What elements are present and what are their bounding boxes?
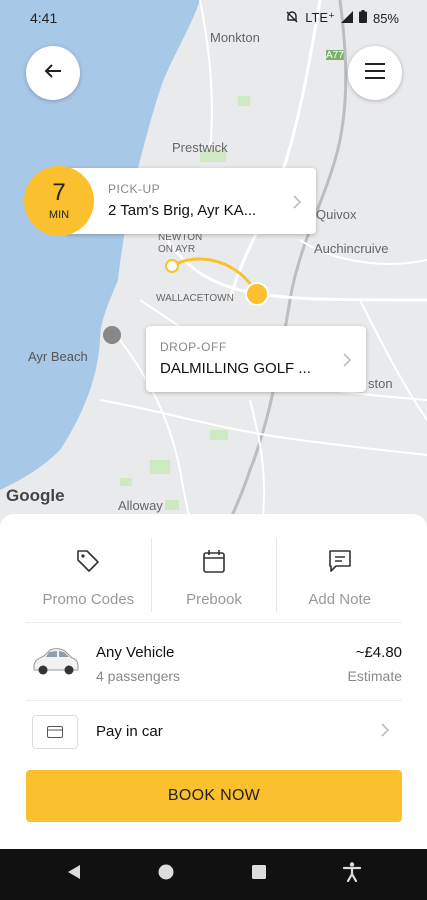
chevron-right-icon (380, 722, 390, 743)
note-icon (327, 548, 353, 579)
map-label-ayr-beach: Ayr Beach (28, 349, 88, 364)
status-battery: 85% (372, 10, 399, 26)
add-note-button[interactable]: Add Note (276, 538, 402, 612)
prebook-button[interactable]: Prebook (150, 538, 277, 612)
eta-value: 7 (52, 179, 66, 206)
chevron-right-icon (292, 194, 302, 215)
payment-method-row[interactable]: Pay in car (26, 712, 402, 752)
pickup-address: 2 Tam's Brig, Ayr KA... (108, 202, 257, 219)
status-bar: 4:41 LTE⁺ 85% (0, 0, 427, 36)
pickup-marker[interactable]: 7 MIN PICK-UP 2 Tam's Brig, Ayr KA... (24, 166, 318, 236)
promo-codes-button[interactable]: Promo Codes (26, 538, 151, 612)
back-arrow-icon (43, 61, 63, 86)
dropoff-address: DALMILLING GOLF ... (160, 360, 311, 377)
status-network: LTE⁺ (305, 10, 335, 25)
credit-card-icon (32, 715, 78, 749)
add-note-label: Add Note (308, 591, 371, 608)
back-button[interactable] (26, 46, 80, 100)
vehicle-option[interactable]: Any Vehicle 4 passengers ~£4.80 Estimate (26, 634, 402, 696)
map-label-auchincruive: Auchincruive (314, 241, 389, 256)
map-label-prestwick: Prestwick (172, 140, 228, 155)
status-icons: LTE⁺ 85% (285, 10, 399, 27)
divider (26, 622, 402, 623)
dropoff-label: DROP-OFF (160, 340, 227, 354)
hamburger-icon (364, 62, 386, 85)
nav-recents-icon[interactable] (251, 864, 267, 885)
fare-price: ~£4.80 (355, 644, 402, 661)
status-time: 4:41 (30, 10, 58, 26)
signal-icon (340, 10, 353, 26)
battery-icon (358, 10, 367, 26)
map-label-a77: A77 (326, 50, 344, 61)
system-nav-bar (0, 849, 427, 900)
accessibility-icon[interactable] (342, 862, 361, 887)
calendar-icon (202, 548, 226, 579)
pickup-label: PICK-UP (108, 182, 161, 196)
pickup-card[interactable]: PICK-UP 2 Tam's Brig, Ayr KA... (64, 168, 316, 234)
mute-icon (285, 10, 299, 27)
dropoff-card[interactable]: DROP-OFF DALMILLING GOLF ... (146, 326, 366, 392)
eta-unit: MIN (48, 209, 70, 221)
eta-badge: 7 MIN (24, 166, 94, 236)
chevron-right-icon (342, 352, 352, 373)
promo-codes-label: Promo Codes (42, 591, 135, 608)
payment-method-label: Pay in car (96, 723, 163, 740)
google-logo: Google (6, 486, 65, 505)
prebook-label: Prebook (186, 591, 242, 608)
nav-back-icon[interactable] (66, 864, 82, 885)
booking-sheet: Promo Codes Prebook Add Note Any Vehicle (0, 514, 427, 849)
book-now-button[interactable]: BOOK NOW (26, 770, 402, 822)
map-label-quivox: Quivox (316, 207, 357, 222)
map-label-ston: ston (368, 376, 393, 391)
map-label-wallacetown: WALLACETOWN (156, 293, 234, 304)
fare-estimate-note: Estimate (347, 668, 402, 684)
nav-home-icon[interactable] (158, 864, 174, 885)
map-label-alloway: Alloway (118, 498, 163, 513)
vehicle-passengers: 4 passengers (96, 668, 181, 684)
car-icon (30, 644, 80, 683)
action-row: Promo Codes Prebook Add Note (26, 538, 402, 612)
menu-button[interactable] (348, 46, 402, 100)
divider (26, 700, 402, 701)
app-screen: Monkton A77 Prestwick Quivox Auchincruiv… (0, 0, 427, 900)
tag-icon (75, 548, 101, 579)
vehicle-name: Any Vehicle (96, 644, 175, 661)
